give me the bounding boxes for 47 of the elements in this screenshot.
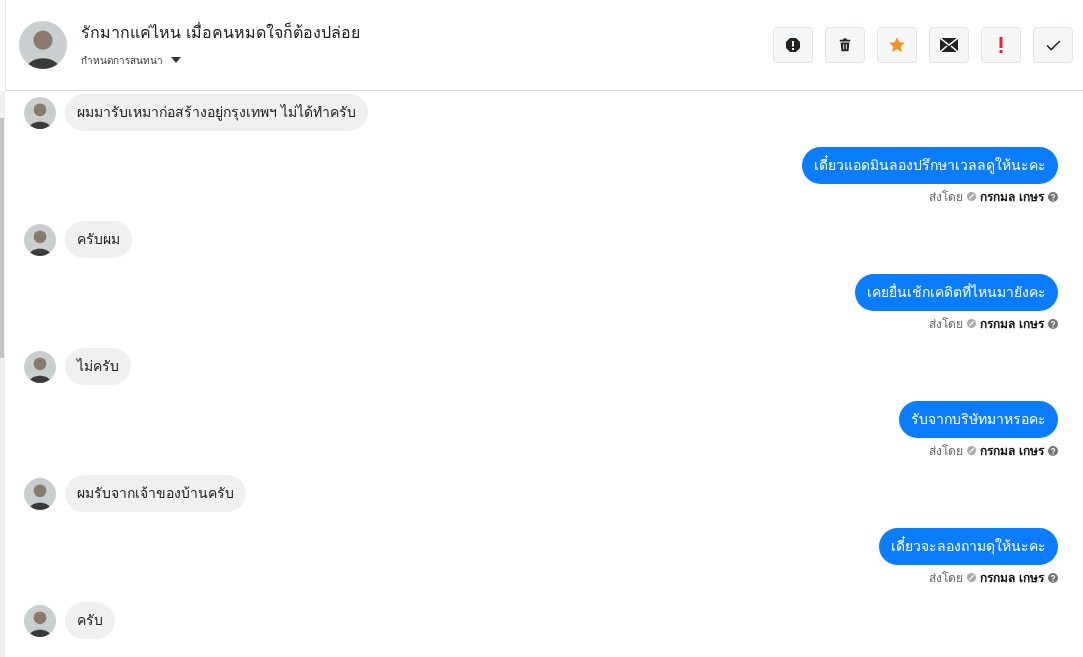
help-icon xyxy=(1048,318,1058,329)
exclamation-icon xyxy=(999,37,1003,53)
report-button[interactable] xyxy=(773,27,813,63)
star-button[interactable] xyxy=(877,27,917,63)
conversation-menu[interactable]: กำหนดการสนทนา xyxy=(81,52,361,68)
avatar xyxy=(24,350,56,383)
sent-by-label: ส่งโดย xyxy=(928,188,963,206)
verified-icon xyxy=(966,192,976,201)
message-bubble: ผมรับจากเจ้าของบ้านครับ xyxy=(65,475,246,512)
avatar xyxy=(24,604,56,637)
sender-name: กรกมล เกษร xyxy=(979,442,1044,460)
important-button[interactable] xyxy=(981,27,1021,63)
sender-name: กรกมล เกษร xyxy=(979,315,1044,333)
message-bubble: เคยยื่นเช้กเคดิตที่ไหนมายังคะ xyxy=(855,274,1058,311)
message-bubble: เดี๋ยวจะลองถามดุให้นะคะ xyxy=(879,528,1058,565)
scrollbar-thumb[interactable] xyxy=(0,118,4,358)
sent-by-label: ส่งโดย xyxy=(928,442,963,460)
message-bubble: เดี๋ยวแอดมินลองปรึกษาเวลลดูให้นะคะ xyxy=(802,147,1058,184)
envelope-icon xyxy=(940,38,958,52)
help-icon xyxy=(1048,445,1058,456)
message-bubble: ครับ xyxy=(65,602,115,639)
done-button[interactable] xyxy=(1033,27,1073,63)
sender-name: กรกมล เกษร xyxy=(979,569,1044,587)
star-icon xyxy=(888,36,906,54)
message-bubble: รับจากบริษัทมาหรอคะ xyxy=(899,401,1058,438)
verified-icon xyxy=(966,319,976,328)
alert-icon xyxy=(785,37,801,53)
message-bubble: ผมมารับเหมาก่อสร้างอยู่กรุงเทพฯ ไม่ได้ทำครับ xyxy=(65,94,369,131)
chat-title: รักมากแค่ไหน เมื่อคนหมดใจก็ต้องปล่อย xyxy=(81,22,361,43)
sent-by-label: ส่งโดย xyxy=(928,569,963,587)
verified-icon xyxy=(966,573,976,582)
avatar xyxy=(19,21,67,69)
check-icon xyxy=(1045,39,1061,51)
trash-icon xyxy=(838,37,852,53)
sender-name: กรกมล เกษร xyxy=(979,188,1044,206)
message-bubble: ไม่ครับ xyxy=(65,348,131,385)
sent-by-label: ส่งโดย xyxy=(928,315,963,333)
verified-icon xyxy=(966,446,976,455)
help-icon xyxy=(1048,572,1058,583)
caret-icon xyxy=(171,57,181,63)
avatar xyxy=(24,223,56,256)
avatar xyxy=(24,477,56,510)
message-bubble: ครับผม xyxy=(65,221,132,258)
mail-button[interactable] xyxy=(929,27,969,63)
avatar xyxy=(24,96,56,129)
delete-button[interactable] xyxy=(825,27,865,63)
help-icon xyxy=(1048,191,1058,202)
